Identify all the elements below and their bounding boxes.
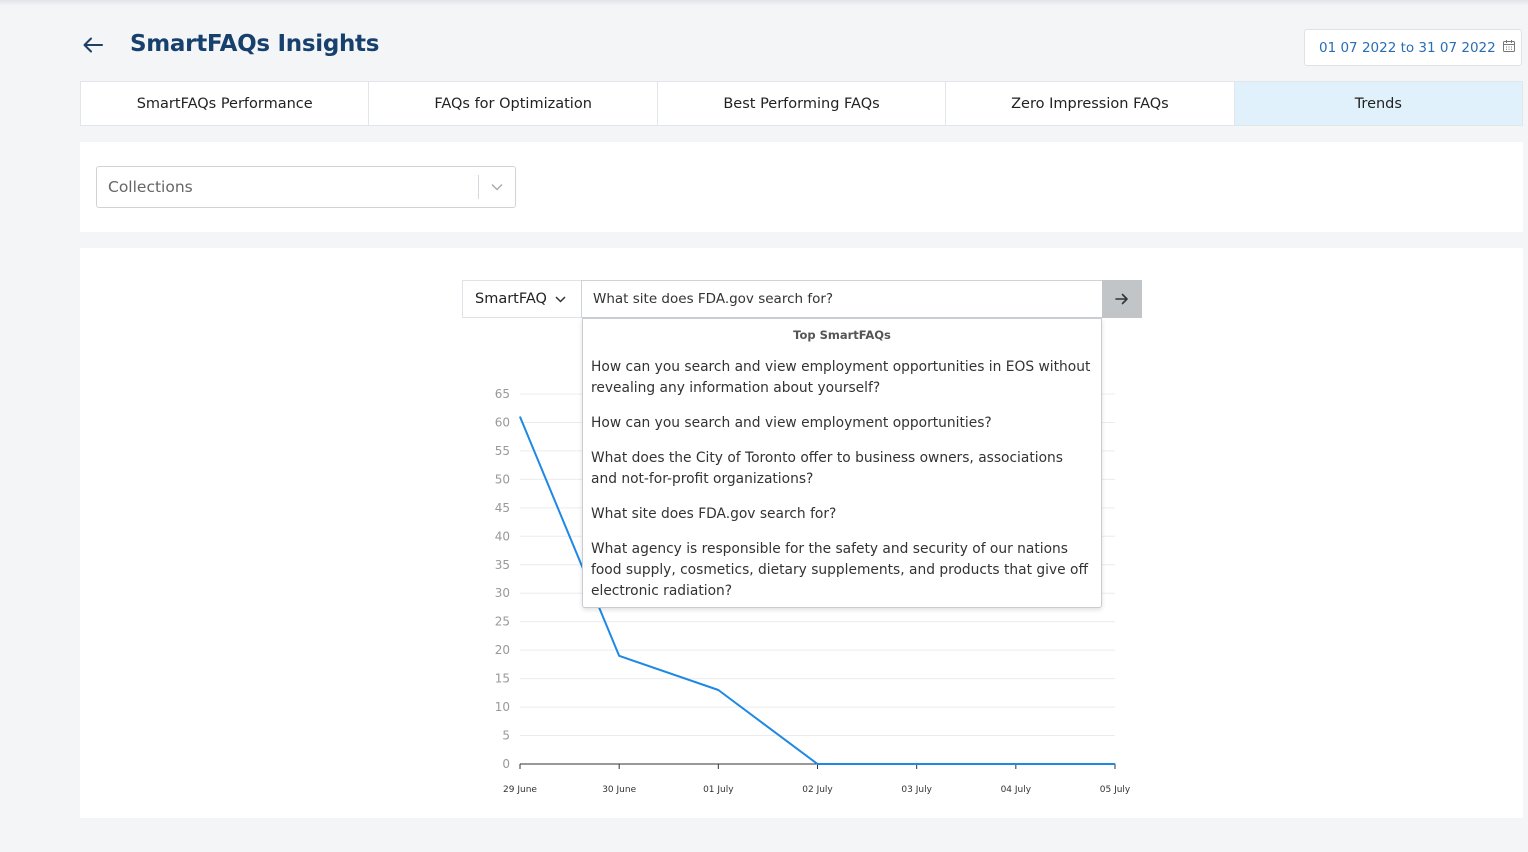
suggestion-item[interactable]: What site does FDA.gov search for?	[591, 504, 1093, 525]
x-tick-label: 03 July	[901, 785, 932, 795]
search-input[interactable]	[581, 280, 1103, 318]
suggestion-item[interactable]: How can you search and view employment o…	[591, 357, 1093, 399]
top-shadow	[0, 0, 1528, 6]
search-type-dropdown[interactable]: SmartFAQ	[462, 280, 582, 318]
y-tick-label: 30	[495, 586, 510, 600]
data-point	[1114, 763, 1116, 765]
suggestions-dropdown: Top SmartFAQs How can you search and vie…	[582, 318, 1102, 608]
filter-panel: Collections	[80, 142, 1523, 232]
y-tick-label: 45	[495, 501, 510, 515]
x-tick-label: 29 June	[503, 785, 537, 795]
tab-best-performing-faqs[interactable]: Best Performing FAQs	[658, 82, 947, 125]
y-tick-label: 60	[495, 415, 510, 429]
data-point	[1015, 763, 1017, 765]
tab-trends[interactable]: Trends	[1234, 82, 1523, 125]
y-tick-label: 10	[495, 700, 510, 714]
y-tick-label: 65	[495, 387, 510, 401]
search-submit-button[interactable]	[1102, 280, 1142, 318]
arrow-right-icon	[1115, 290, 1129, 309]
data-point	[618, 655, 620, 657]
y-tick-label: 25	[495, 615, 510, 629]
y-tick-label: 20	[495, 643, 510, 657]
back-button[interactable]	[80, 34, 106, 60]
y-tick-label: 55	[495, 444, 510, 458]
tab-zero-impression-faqs[interactable]: Zero Impression FAQs	[946, 82, 1235, 125]
search-type-label: SmartFAQ	[475, 291, 547, 307]
date-range-text: 01 07 2022 to 31 07 2022	[1319, 39, 1496, 56]
date-range-picker[interactable]: 01 07 2022 to 31 07 2022	[1304, 29, 1522, 66]
arrow-left-icon	[83, 37, 103, 57]
data-point	[717, 689, 719, 691]
y-tick-label: 50	[495, 472, 510, 486]
y-tick-label: 40	[495, 529, 510, 543]
y-tick-label: 5	[502, 729, 510, 743]
y-tick-label: 15	[495, 672, 510, 686]
data-point	[519, 416, 521, 418]
tab-bar: SmartFAQs Performance FAQs for Optimizat…	[80, 81, 1523, 126]
y-tick-label: 0	[502, 757, 510, 771]
tab-faqs-for-optimization[interactable]: FAQs for Optimization	[369, 82, 658, 125]
suggestion-item[interactable]: How can you search and view employment o…	[591, 413, 1093, 434]
suggestion-item[interactable]: What agency is responsible for the safet…	[591, 539, 1093, 602]
data-point	[916, 763, 918, 765]
suggestion-item[interactable]: What does the City of Toronto offer to b…	[591, 448, 1093, 490]
data-point	[817, 763, 818, 765]
page-title: SmartFAQs Insights	[130, 31, 380, 57]
x-tick-label: 30 June	[602, 785, 636, 795]
tab-smartfaqs-performance[interactable]: SmartFAQs Performance	[81, 82, 370, 125]
x-tick-label: 05 July	[1100, 785, 1131, 795]
x-tick-label: 02 July	[802, 785, 833, 795]
y-tick-label: 35	[495, 558, 510, 572]
chevron-down-icon	[479, 183, 515, 191]
x-tick-label: 04 July	[1001, 785, 1032, 795]
collections-select[interactable]: Collections	[96, 166, 516, 208]
suggestions-header: Top SmartFAQs	[793, 328, 891, 342]
x-tick-label: 01 July	[703, 785, 734, 795]
chevron-down-icon	[555, 291, 566, 307]
calendar-icon	[1502, 39, 1516, 57]
collections-placeholder: Collections	[108, 178, 193, 196]
